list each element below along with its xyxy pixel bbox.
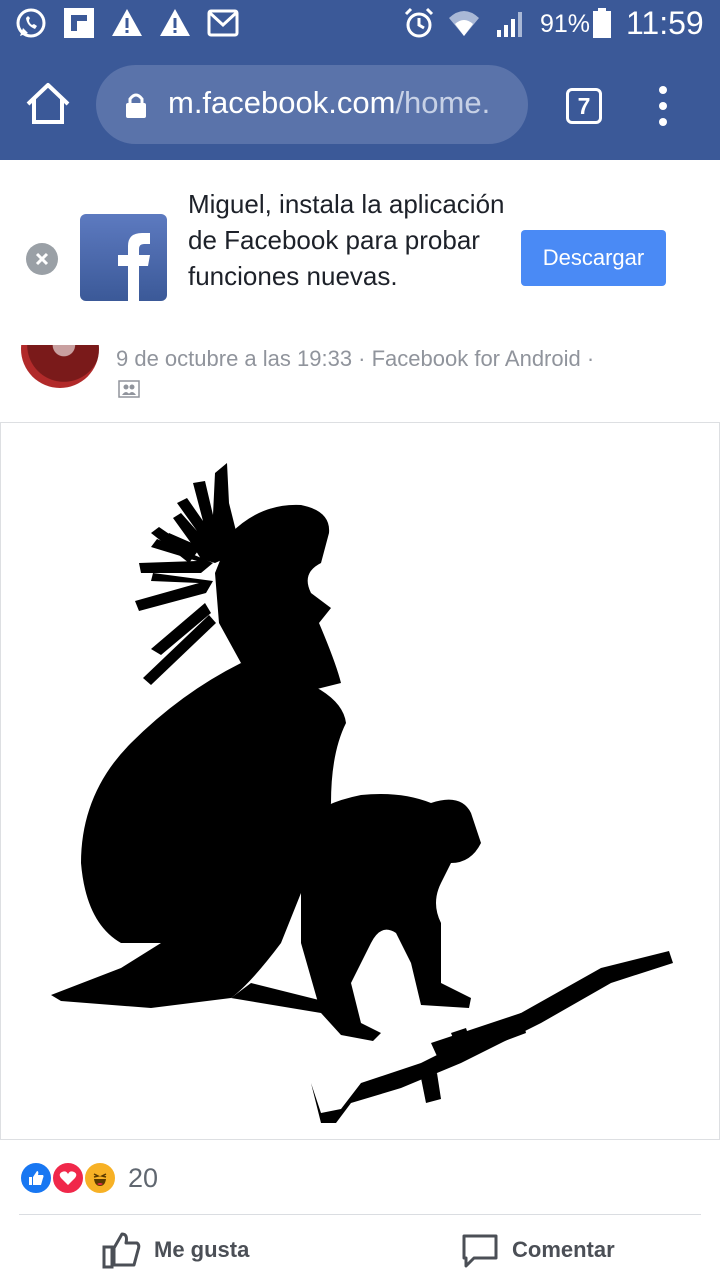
like-label: Me gusta xyxy=(154,1237,250,1262)
gmail-icon xyxy=(207,9,239,37)
url-domain: m.facebook.com xyxy=(168,85,396,120)
tab-switcher-button[interactable]: 7 xyxy=(566,88,602,124)
facebook-logo-icon xyxy=(80,214,167,301)
divider xyxy=(19,1214,701,1215)
reactions-summary[interactable]: 20 xyxy=(0,1140,720,1215)
url-path: /home. xyxy=(395,85,491,120)
banner-message: Miguel, instala la aplicación de Faceboo… xyxy=(188,189,505,291)
comment-icon xyxy=(462,1234,498,1268)
alarm-icon xyxy=(404,7,434,38)
warning-icon xyxy=(112,9,142,36)
lock-icon xyxy=(126,93,146,118)
status-bar: 91% 11:59 xyxy=(0,0,720,48)
friends-icon[interactable] xyxy=(118,380,140,398)
haha-reaction-icon xyxy=(83,1161,117,1195)
close-icon xyxy=(35,252,49,266)
like-button[interactable]: Me gusta xyxy=(102,1226,272,1274)
battery-icon xyxy=(593,8,611,38)
wifi-icon xyxy=(449,11,479,36)
install-app-banner: Miguel, instala la aplicación de Faceboo… xyxy=(0,160,720,345)
home-icon[interactable] xyxy=(22,78,74,130)
whatsapp-icon xyxy=(16,8,46,38)
post-header: 9 de octubre a las 19:33 · Facebook for … xyxy=(0,345,720,423)
clock: 11:59 xyxy=(626,5,704,41)
like-reaction-icon xyxy=(19,1161,53,1195)
battery-percent: 91% xyxy=(540,10,591,38)
overflow-menu-icon[interactable] xyxy=(650,86,676,126)
post-timestamp[interactable]: 9 de octubre a las 19:33 · Facebook for … xyxy=(116,346,594,372)
moose-hunter-silhouette xyxy=(51,463,673,1123)
download-button[interactable]: Descargar xyxy=(521,230,666,286)
reaction-count: 20 xyxy=(128,1163,159,1193)
signal-icon xyxy=(497,12,522,37)
url-bar[interactable]: m.facebook.com/home. xyxy=(96,65,528,144)
thumbs-up-icon xyxy=(102,1232,141,1269)
close-banner-button[interactable] xyxy=(26,243,58,275)
avatar[interactable] xyxy=(21,345,99,388)
love-reaction-icon xyxy=(51,1161,85,1195)
browser-toolbar: m.facebook.com/home. 7 xyxy=(0,48,720,160)
url-text: m.facebook.com/home. xyxy=(168,85,490,121)
warning-icon xyxy=(160,9,190,36)
comment-button[interactable]: Comentar xyxy=(460,1226,630,1274)
post-photo[interactable] xyxy=(0,422,720,1140)
flipboard-icon xyxy=(64,8,94,38)
comment-label: Comentar xyxy=(512,1237,615,1262)
